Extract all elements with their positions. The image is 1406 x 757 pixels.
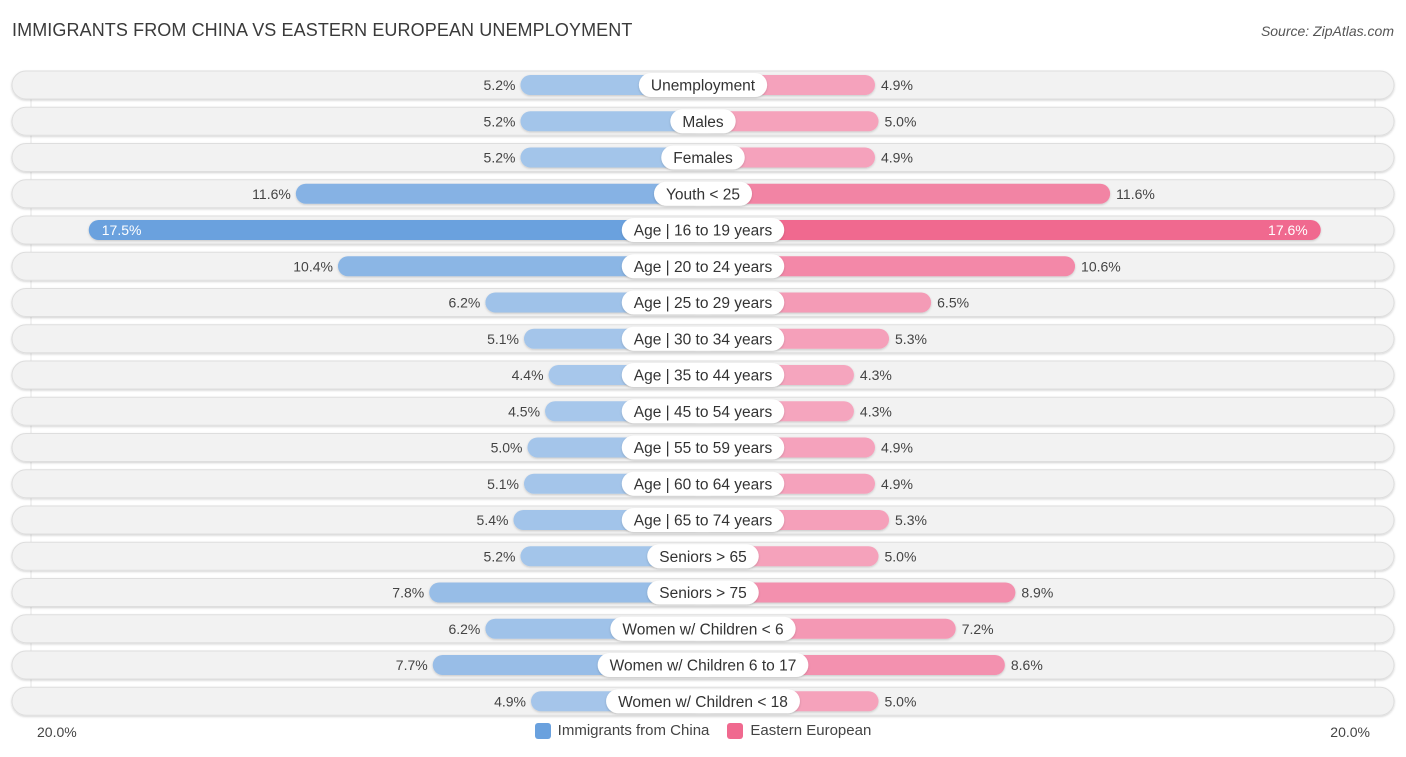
value-label-china: 6.2% [448,295,480,311]
value-label-eastern: 4.3% [860,403,892,419]
value-label-eastern: 5.0% [885,693,917,709]
category-label: Unemployment [651,78,756,95]
value-label-china: 4.9% [494,693,526,709]
value-label-china: 6.2% [448,621,480,637]
value-label-eastern: 5.3% [895,512,927,528]
value-label-china: 5.4% [477,512,509,528]
category-label: Seniors > 65 [659,549,746,566]
value-label-china: 5.2% [484,113,516,129]
value-label-eastern: 5.3% [895,331,927,347]
chart-canvas: 5.2% 4.9% Unemployment 5.2% 5.0% Males 5.2% 4.9… [11,70,1395,716]
value-label-eastern: 4.9% [881,440,913,456]
value-label-china: 10.4% [293,258,333,274]
value-label-eastern: 11.6% [1116,186,1155,202]
category-label: Age | 20 to 24 years [634,259,773,276]
value-label-china: 5.2% [484,77,516,93]
value-label-eastern: 4.9% [881,476,913,492]
value-label-eastern: 7.2% [962,621,994,637]
category-label: Seniors > 75 [659,585,746,602]
value-label-china: 5.0% [491,440,523,456]
legend-swatch-china [534,722,551,739]
category-label: Age | 16 to 19 years [634,223,773,240]
category-label: Youth < 25 [666,186,740,203]
value-label-eastern: 8.9% [1021,585,1053,601]
category-label: Age | 55 to 59 years [634,440,773,457]
value-label-eastern: 6.5% [937,295,969,311]
category-label: Age | 25 to 29 years [634,295,773,312]
value-label-china: 17.5% [102,222,142,238]
bar-eastern [703,183,1111,204]
value-label-china: 5.1% [487,331,519,347]
value-label-china: 4.4% [512,367,544,383]
value-label-eastern: 8.6% [1011,657,1043,673]
value-label-china: 5.2% [484,548,516,564]
value-label-eastern: 17.6% [1268,222,1308,238]
legend: Immigrants from China Eastern European [0,722,1406,739]
category-label: Age | 65 to 74 years [634,513,773,530]
category-label: Age | 35 to 44 years [634,368,773,385]
value-label-eastern: 5.0% [885,113,917,129]
category-label: Women w/ Children < 6 [622,621,783,638]
bar-china [88,220,703,240]
value-label-china: 5.1% [487,476,519,492]
value-label-china: 7.8% [392,585,424,601]
legend-label-china: Immigrants from China [557,722,710,739]
category-label: Age | 30 to 34 years [634,331,773,348]
category-label: Age | 45 to 54 years [634,404,773,421]
category-label: Women w/ Children 6 to 17 [610,658,797,675]
bar-eastern [703,220,1321,240]
value-label-eastern: 5.0% [885,548,917,564]
value-label-eastern: 4.9% [881,150,913,166]
category-label: Males [682,114,724,131]
value-label-eastern: 4.9% [881,77,913,93]
legend-label-eastern: Eastern European [750,722,872,739]
value-label-china: 11.6% [252,186,291,202]
value-label-china: 5.2% [484,150,516,166]
value-label-china: 7.7% [396,657,428,673]
bar-china [295,183,703,204]
legend-item-china[interactable]: Immigrants from China [534,722,710,739]
legend-item-eastern[interactable]: Eastern European [727,722,871,739]
value-label-eastern: 4.3% [860,367,892,383]
legend-swatch-eastern [727,722,744,739]
category-label: Age | 60 to 64 years [634,476,773,493]
category-label: Females [673,150,733,167]
value-label-china: 4.5% [508,403,540,419]
value-label-eastern: 10.6% [1081,258,1121,274]
category-label: Women w/ Children < 18 [618,694,788,711]
